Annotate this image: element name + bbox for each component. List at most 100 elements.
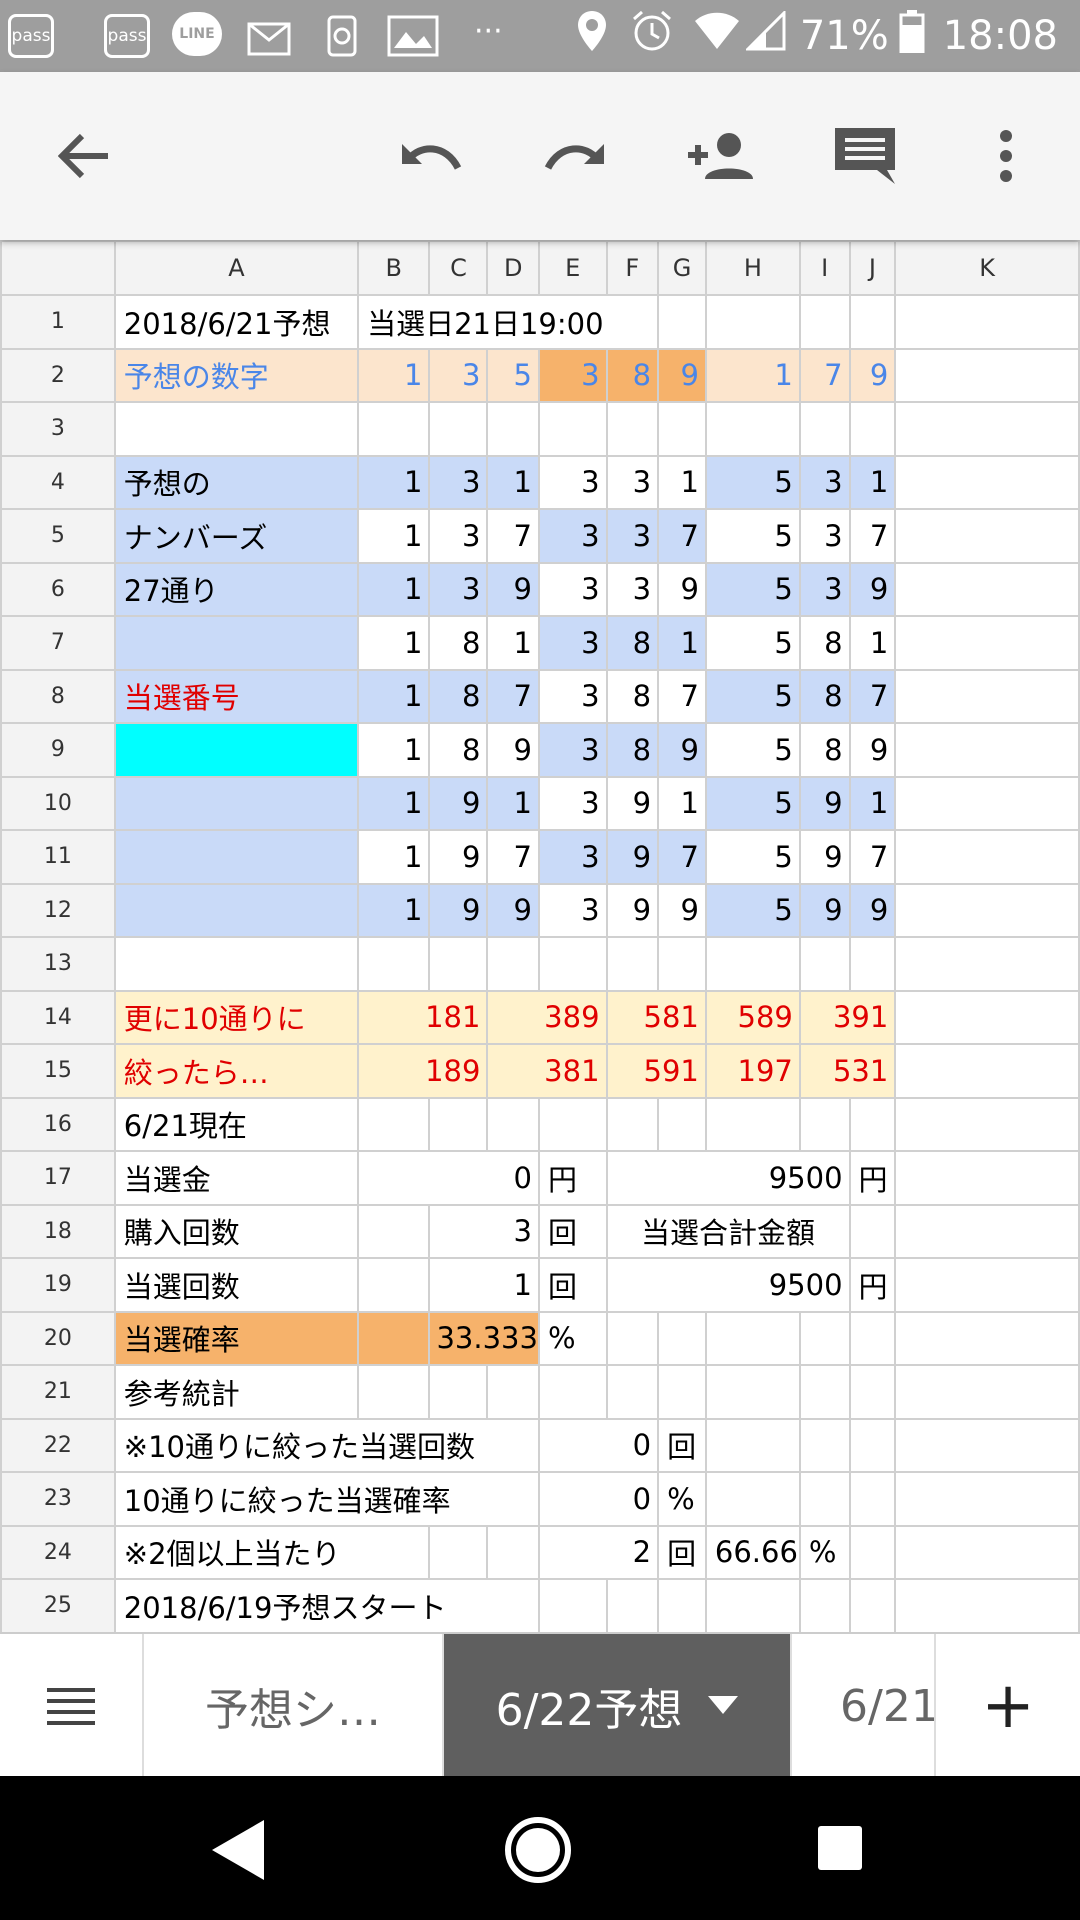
- cell[interactable]: [894, 454, 1080, 510]
- cell[interactable]: 9: [605, 829, 660, 885]
- cell[interactable]: 3: [428, 1203, 540, 1259]
- cell[interactable]: 1: [657, 454, 707, 510]
- cell[interactable]: 9500: [605, 1150, 851, 1206]
- cell[interactable]: [357, 936, 431, 992]
- cell[interactable]: 5: [704, 882, 801, 938]
- cell[interactable]: 3: [428, 561, 489, 617]
- cell[interactable]: [537, 1578, 608, 1632]
- cell[interactable]: 5: [704, 454, 801, 510]
- cell[interactable]: [848, 294, 897, 350]
- row-header[interactable]: 25: [0, 1578, 116, 1632]
- cell[interactable]: 3: [428, 508, 489, 564]
- row-header[interactable]: 2: [0, 347, 116, 403]
- cell[interactable]: 回: [657, 1417, 707, 1473]
- cell[interactable]: [605, 1578, 660, 1632]
- cell[interactable]: 8: [605, 668, 660, 724]
- spreadsheet-grid[interactable]: A B C D E F G H I J K 1 2018/6/21予想 当選日2…: [0, 240, 1080, 1632]
- cell[interactable]: 9: [486, 882, 540, 938]
- cell[interactable]: [428, 936, 489, 992]
- cell[interactable]: [428, 1096, 489, 1152]
- cell[interactable]: [798, 1096, 851, 1152]
- cell[interactable]: 円: [537, 1150, 608, 1206]
- cell[interactable]: [894, 1364, 1080, 1420]
- cell[interactable]: [894, 882, 1080, 938]
- cell[interactable]: 1: [357, 775, 431, 831]
- cell[interactable]: 391: [798, 989, 897, 1045]
- cell[interactable]: [486, 1524, 540, 1580]
- cell[interactable]: 5: [704, 722, 801, 778]
- cell[interactable]: 1: [357, 347, 431, 403]
- cell[interactable]: [894, 668, 1080, 724]
- column-header-b[interactable]: B: [357, 240, 431, 296]
- cell[interactable]: [357, 1310, 431, 1366]
- cell[interactable]: [657, 1364, 707, 1420]
- cell[interactable]: [605, 1310, 660, 1366]
- cell[interactable]: 当選番号: [113, 668, 360, 724]
- cell[interactable]: 10通りに絞った当選確率: [113, 1471, 540, 1527]
- cell[interactable]: ※2個以上当たり: [113, 1524, 431, 1580]
- cell[interactable]: 9: [428, 882, 489, 938]
- back-nav-icon[interactable]: [210, 1818, 266, 1886]
- comment-icon[interactable]: [820, 72, 910, 240]
- row-header[interactable]: 9: [0, 722, 116, 778]
- cell[interactable]: %: [657, 1471, 707, 1527]
- cell[interactable]: [894, 347, 1080, 403]
- row-header[interactable]: 20: [0, 1310, 116, 1366]
- column-header-k[interactable]: K: [894, 240, 1080, 296]
- row-header[interactable]: 10: [0, 775, 116, 831]
- add-person-icon[interactable]: [676, 72, 766, 240]
- cell[interactable]: 当選合計金額: [605, 1203, 851, 1259]
- cell[interactable]: [894, 561, 1080, 617]
- cell[interactable]: [113, 882, 360, 938]
- cell[interactable]: [113, 615, 360, 671]
- cell[interactable]: 8: [605, 347, 660, 403]
- cell[interactable]: 9: [848, 882, 897, 938]
- cell[interactable]: [357, 1257, 431, 1313]
- cell[interactable]: [798, 294, 851, 350]
- cell[interactable]: 1: [848, 454, 897, 510]
- cell[interactable]: 円: [848, 1257, 897, 1313]
- cell[interactable]: 8: [798, 615, 851, 671]
- cell[interactable]: 1: [357, 508, 431, 564]
- cell[interactable]: 6/21現在: [113, 1096, 360, 1152]
- cell[interactable]: 27通り: [113, 561, 360, 617]
- cell[interactable]: 1: [486, 775, 540, 831]
- cell[interactable]: 3: [428, 454, 489, 510]
- cell[interactable]: [894, 722, 1080, 778]
- cell[interactable]: 1: [848, 775, 897, 831]
- row-header[interactable]: 18: [0, 1203, 116, 1259]
- cell[interactable]: [704, 294, 801, 350]
- cell[interactable]: [848, 1471, 897, 1527]
- row-header[interactable]: 14: [0, 989, 116, 1045]
- cell[interactable]: [894, 936, 1080, 992]
- cell[interactable]: [894, 1096, 1080, 1152]
- cell[interactable]: 1: [357, 615, 431, 671]
- cell[interactable]: [894, 1310, 1080, 1366]
- cell[interactable]: [657, 1096, 707, 1152]
- cell[interactable]: [798, 1471, 851, 1527]
- cell[interactable]: 8: [798, 668, 851, 724]
- cell[interactable]: [657, 401, 707, 457]
- cell[interactable]: [848, 1417, 897, 1473]
- cell[interactable]: 9: [605, 775, 660, 831]
- cell[interactable]: ナンバーズ: [113, 508, 360, 564]
- cell[interactable]: 3: [537, 668, 608, 724]
- cell[interactable]: [537, 936, 608, 992]
- cell[interactable]: 1: [657, 775, 707, 831]
- cell[interactable]: [605, 401, 660, 457]
- cell[interactable]: [113, 775, 360, 831]
- cell[interactable]: 5: [704, 775, 801, 831]
- row-header[interactable]: 16: [0, 1096, 116, 1152]
- column-header-j[interactable]: J: [848, 240, 897, 296]
- cell[interactable]: [798, 401, 851, 457]
- cell[interactable]: 9: [428, 829, 489, 885]
- column-header-f[interactable]: F: [605, 240, 660, 296]
- cell[interactable]: 2: [537, 1524, 660, 1580]
- cell[interactable]: 9: [657, 722, 707, 778]
- row-header[interactable]: 17: [0, 1150, 116, 1206]
- column-header-e[interactable]: E: [537, 240, 608, 296]
- column-header-h[interactable]: H: [704, 240, 801, 296]
- cell[interactable]: [605, 1364, 660, 1420]
- row-header[interactable]: 6: [0, 561, 116, 617]
- add-sheet-button[interactable]: +: [936, 1634, 1080, 1778]
